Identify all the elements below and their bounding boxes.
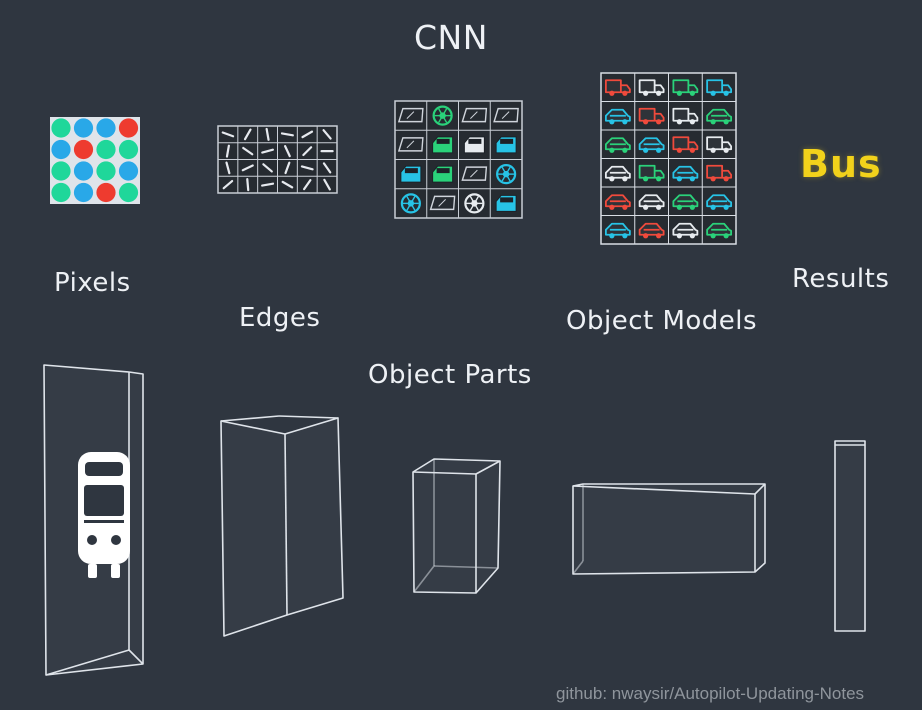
label-object-models: Object Models <box>566 306 758 336</box>
edges-volume <box>220 415 344 637</box>
pixel-cell <box>73 118 94 138</box>
pixel-cell <box>96 161 116 181</box>
bus-icon <box>78 452 130 578</box>
pixel-cell <box>73 161 94 181</box>
car-door-icon <box>463 136 485 154</box>
pixel-cell <box>51 139 71 160</box>
label-results: Results <box>792 264 890 294</box>
car-door-icon <box>495 194 517 212</box>
pixel-cell <box>96 139 116 160</box>
car-door-icon <box>432 165 454 183</box>
pixel-cell <box>96 182 116 203</box>
pixel-cell <box>51 161 71 181</box>
pixel-cell <box>51 182 71 203</box>
pixel-cell <box>118 161 139 181</box>
cnn-diagram <box>43 72 866 676</box>
pixels-grid <box>50 117 140 204</box>
pixel-cell <box>118 139 139 160</box>
label-object-parts: Object Parts <box>368 360 532 390</box>
edges-grid <box>217 125 338 194</box>
car-door-icon <box>432 136 454 154</box>
credit-text: github: nwaysir/Autopilot-Updating-Notes <box>556 684 865 703</box>
diagram-title: CNN <box>414 18 488 57</box>
pixel-cell <box>51 118 71 138</box>
pixel-cell <box>73 139 94 160</box>
car-door-icon <box>400 165 422 183</box>
car-door-icon <box>495 136 517 154</box>
result-bus-word: Bus <box>800 142 882 186</box>
pixel-cell <box>118 182 139 203</box>
edge-stroke <box>246 178 250 192</box>
object-models-volume <box>572 483 766 575</box>
label-pixels: Pixels <box>54 268 131 298</box>
object-models-grid <box>600 72 737 245</box>
pixel-cell <box>73 182 94 203</box>
results-volume <box>834 440 866 632</box>
label-edges: Edges <box>239 303 321 333</box>
pixel-cell <box>118 118 139 138</box>
object-parts-grid <box>394 100 523 219</box>
object-parts-volume <box>412 458 501 594</box>
pixel-cell <box>96 118 116 138</box>
